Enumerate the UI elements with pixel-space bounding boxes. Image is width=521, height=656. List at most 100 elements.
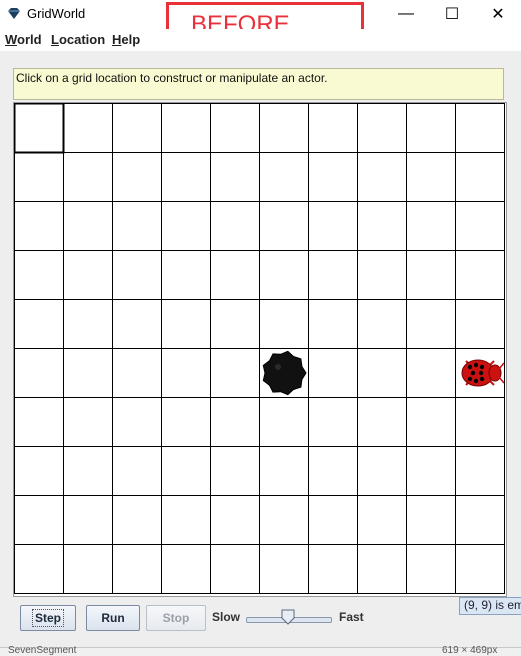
grid-cell[interactable] xyxy=(14,299,64,349)
grid-cell[interactable] xyxy=(14,397,64,447)
grid-cell[interactable] xyxy=(455,103,505,153)
grid-cell[interactable] xyxy=(112,299,162,349)
grid-cell[interactable] xyxy=(63,299,113,349)
grid-cell[interactable] xyxy=(14,446,64,496)
grid-cell[interactable] xyxy=(210,397,260,447)
grid-cell[interactable] xyxy=(210,348,260,398)
grid-cell[interactable] xyxy=(210,103,260,153)
step-button[interactable]: Step xyxy=(20,605,76,631)
run-button[interactable]: Run xyxy=(86,605,140,631)
grid-cell[interactable] xyxy=(63,544,113,594)
grid-cell[interactable] xyxy=(14,544,64,594)
grid-cell[interactable] xyxy=(161,544,211,594)
grid-cell[interactable] xyxy=(308,495,358,545)
grid-cell[interactable] xyxy=(455,250,505,300)
grid-cell[interactable] xyxy=(259,446,309,496)
minimize-button[interactable]: — xyxy=(383,0,429,28)
grid-cell[interactable] xyxy=(308,201,358,251)
menu-world[interactable]: World xyxy=(5,32,42,47)
maximize-button[interactable]: ☐ xyxy=(429,0,475,28)
grid-cell[interactable] xyxy=(210,299,260,349)
grid-cell[interactable] xyxy=(112,201,162,251)
grid-cell[interactable] xyxy=(308,348,358,398)
grid-cell[interactable] xyxy=(161,495,211,545)
grid-cell[interactable] xyxy=(455,201,505,251)
grid-cell[interactable] xyxy=(308,152,358,202)
grid-cell[interactable] xyxy=(63,446,113,496)
grid-cell[interactable] xyxy=(63,495,113,545)
grid-cell[interactable] xyxy=(63,397,113,447)
grid-cell[interactable] xyxy=(406,152,456,202)
grid-cell[interactable] xyxy=(112,495,162,545)
grid-cell[interactable] xyxy=(161,201,211,251)
grid-cell[interactable] xyxy=(455,299,505,349)
grid-cell[interactable] xyxy=(406,544,456,594)
grid-cell[interactable] xyxy=(357,446,407,496)
grid-cell[interactable] xyxy=(406,348,456,398)
speed-slider-thumb[interactable] xyxy=(281,609,295,625)
grid-cell[interactable] xyxy=(112,103,162,153)
grid-cell[interactable] xyxy=(406,250,456,300)
grid-cell[interactable] xyxy=(14,250,64,300)
grid-cell[interactable] xyxy=(63,103,113,153)
menu-help[interactable]: Help xyxy=(112,32,140,47)
grid-cell[interactable] xyxy=(406,299,456,349)
grid-cell[interactable] xyxy=(308,103,358,153)
grid-cell[interactable] xyxy=(63,152,113,202)
grid-cell[interactable] xyxy=(357,397,407,447)
grid-cell[interactable] xyxy=(308,299,358,349)
grid-cell[interactable] xyxy=(210,152,260,202)
grid-cell[interactable] xyxy=(406,446,456,496)
grid-cell[interactable] xyxy=(14,103,64,153)
grid-cell[interactable] xyxy=(357,250,407,300)
grid-cell[interactable] xyxy=(259,299,309,349)
grid-cell[interactable] xyxy=(210,201,260,251)
grid-cell[interactable] xyxy=(259,544,309,594)
grid-cell[interactable] xyxy=(259,495,309,545)
grid-cell[interactable] xyxy=(161,250,211,300)
grid-cell[interactable] xyxy=(112,397,162,447)
menu-location[interactable]: Location xyxy=(51,32,105,47)
grid-cell[interactable] xyxy=(14,152,64,202)
grid-cell[interactable] xyxy=(161,446,211,496)
grid-cell[interactable] xyxy=(406,495,456,545)
grid-cell[interactable] xyxy=(357,103,407,153)
grid-cell[interactable] xyxy=(259,250,309,300)
close-button[interactable]: ✕ xyxy=(475,0,521,28)
grid-cell[interactable] xyxy=(308,397,358,447)
grid-cell[interactable] xyxy=(357,544,407,594)
grid-cell[interactable] xyxy=(357,152,407,202)
grid-cell[interactable] xyxy=(14,348,64,398)
grid-cell[interactable] xyxy=(112,544,162,594)
grid-cell[interactable] xyxy=(210,544,260,594)
grid-cell[interactable] xyxy=(161,397,211,447)
grid-cell[interactable] xyxy=(14,201,64,251)
grid-cell[interactable] xyxy=(455,495,505,545)
grid-cell[interactable] xyxy=(406,103,456,153)
grid-cell[interactable] xyxy=(112,152,162,202)
grid-cell[interactable] xyxy=(308,544,358,594)
grid-cell[interactable] xyxy=(259,152,309,202)
grid-cell[interactable] xyxy=(112,348,162,398)
grid-cell[interactable] xyxy=(259,397,309,447)
grid-cell[interactable] xyxy=(112,250,162,300)
grid-cell[interactable] xyxy=(357,495,407,545)
grid-cell[interactable] xyxy=(357,201,407,251)
grid-cell[interactable] xyxy=(455,397,505,447)
grid-panel[interactable] xyxy=(13,102,507,597)
grid-cell[interactable] xyxy=(308,250,358,300)
grid-cell[interactable] xyxy=(63,201,113,251)
grid-cell[interactable] xyxy=(406,201,456,251)
grid-cell[interactable] xyxy=(210,495,260,545)
grid-cell[interactable] xyxy=(259,201,309,251)
grid-cell[interactable] xyxy=(63,348,113,398)
grid-cell[interactable] xyxy=(357,348,407,398)
grid-cell[interactable] xyxy=(161,152,211,202)
grid-cell[interactable] xyxy=(14,495,64,545)
grid-cell[interactable] xyxy=(406,397,456,447)
grid-cell[interactable] xyxy=(308,446,358,496)
grid-cell[interactable] xyxy=(210,446,260,496)
grid-cell[interactable] xyxy=(161,348,211,398)
grid-cell[interactable] xyxy=(161,103,211,153)
grid-cell[interactable] xyxy=(455,152,505,202)
